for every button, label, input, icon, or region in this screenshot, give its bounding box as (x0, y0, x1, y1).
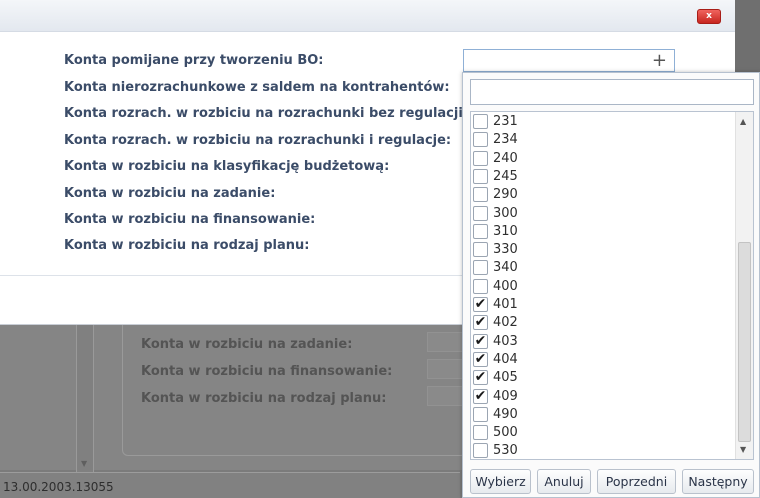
list-item-label: 240 (493, 150, 518, 166)
scroll-up-icon[interactable]: ▲ (740, 117, 746, 126)
checkbox[interactable] (473, 406, 488, 422)
label-accounts-task: Konta w rozbiciu na zadanie: (64, 186, 276, 201)
checkbox[interactable] (473, 260, 488, 276)
list-item-label: 401 (493, 297, 518, 312)
list-item[interactable]: 310 (471, 222, 733, 240)
accounts-multiselect[interactable]: + (463, 49, 675, 72)
list-item-label: 490 (493, 406, 518, 422)
check-icon: ✔ (474, 387, 487, 404)
checkbox-checked[interactable]: ✔ (473, 350, 488, 367)
bg-label-plan-type: Konta w rozbiciu na rodzaj planu: (141, 391, 387, 406)
list-item[interactable]: ✔ 403 (471, 332, 733, 350)
list-item[interactable]: 340 (471, 258, 733, 276)
scroll-down-icon: ▼ (81, 459, 88, 468)
list-item-label: 310 (493, 223, 518, 239)
checkbox[interactable] (473, 425, 488, 441)
check-icon: ✔ (474, 369, 487, 386)
list-item-label: 530 (493, 443, 518, 459)
checkbox[interactable] (473, 278, 488, 294)
check-icon: ✔ (474, 332, 487, 349)
list-item[interactable]: 290 (471, 185, 733, 203)
checkbox[interactable] (473, 132, 488, 148)
list-item-label: 234 (493, 132, 518, 148)
bg-field-task (427, 332, 467, 352)
list-item[interactable]: 240 (471, 149, 733, 167)
next-button[interactable]: Następny (682, 469, 754, 494)
label-accounts-financing: Konta w rozbiciu na finansowanie: (64, 212, 316, 227)
list-scrollbar[interactable]: ▲ ▼ (735, 112, 753, 459)
bg-label-financing: Konta w rozbiciu na finansowanie: (141, 364, 393, 379)
bg-field-plan-type (427, 386, 467, 406)
version-text: 13.00.2003.13055 (3, 480, 114, 494)
list-item[interactable]: 530 (471, 441, 733, 459)
plus-icon[interactable]: + (652, 50, 667, 72)
list-item[interactable]: ✔ 404 (471, 350, 733, 368)
label-accounts-settlement-regulation: Konta rozrach. w rozbiciu na rozrachunki… (64, 133, 452, 148)
background-scroll-column: ▼ (76, 320, 94, 472)
status-bar: 13.00.2003.13055 (0, 472, 460, 498)
check-icon: ✔ (474, 350, 487, 367)
list-item[interactable]: ✔ 402 (471, 313, 733, 331)
list-item-label: 402 (493, 315, 518, 331)
list-item-label: 400 (493, 278, 518, 294)
scrollbar-thumb[interactable] (738, 242, 751, 442)
list-item[interactable]: 490 (471, 405, 733, 423)
list-item-label: 231 (493, 114, 518, 129)
list-item-label: 403 (493, 333, 518, 349)
checkbox[interactable] (473, 223, 488, 239)
list-item-label: 405 (493, 370, 518, 386)
checkbox[interactable] (473, 114, 488, 129)
list-item-label: 245 (493, 168, 518, 184)
list-item[interactable]: 330 (471, 240, 733, 258)
bg-label-task: Konta w rozbiciu na zadanie: (141, 337, 353, 352)
label-accounts-non-settlement: Konta nierozrachunkowe z saldem na kontr… (64, 80, 450, 95)
checkbox-checked[interactable]: ✔ (473, 369, 488, 386)
checkbox-checked[interactable]: ✔ (473, 297, 488, 312)
previous-button[interactable]: Poprzedni (597, 469, 676, 494)
list-item-label: 330 (493, 242, 518, 258)
checkbox-checked[interactable]: ✔ (473, 314, 488, 331)
list-item-label: 409 (493, 388, 518, 404)
bg-field-financing (427, 359, 467, 379)
list-item-label: 290 (493, 187, 518, 203)
checkbox[interactable] (473, 168, 488, 184)
list-item[interactable]: 300 (471, 204, 733, 222)
list-item-label: 500 (493, 425, 518, 441)
label-accounts-settlement-no-regulation: Konta rozrach. w rozbiciu na rozrachunki… (64, 106, 469, 121)
checkbox[interactable] (473, 187, 488, 203)
select-button[interactable]: Wybierz (470, 469, 531, 494)
cancel-button[interactable]: Anuluj (537, 469, 591, 494)
account-list: 231 234 240 245 290 300 310 330 340 400 ✔ 401 ✔ 402 ✔ 4… (471, 112, 735, 459)
dialog-header: x (0, 0, 735, 32)
checkbox[interactable] (473, 242, 488, 258)
list-item[interactable]: 400 (471, 277, 733, 295)
list-item[interactable]: ✔ 401 (471, 295, 733, 313)
list-item[interactable]: 231 (471, 112, 733, 130)
scroll-down-icon[interactable]: ▼ (740, 445, 746, 454)
list-item-label: 340 (493, 260, 518, 276)
close-button[interactable]: x (697, 9, 721, 24)
label-accounts-skipped-bo: Konta pomijane przy tworzeniu BO: (64, 53, 324, 68)
list-item[interactable]: 234 (471, 130, 733, 148)
list-item[interactable]: 245 (471, 167, 733, 185)
list-item-label: 300 (493, 205, 518, 221)
check-icon: ✔ (474, 314, 487, 331)
list-item-label: 404 (493, 351, 518, 367)
list-item[interactable]: ✔ 409 (471, 387, 733, 405)
check-icon: ✔ (474, 296, 487, 312)
filter-input[interactable] (470, 79, 754, 105)
checkbox[interactable] (473, 443, 488, 459)
checkbox-checked[interactable]: ✔ (473, 332, 488, 349)
list-item[interactable]: ✔ 405 (471, 368, 733, 386)
list-item[interactable]: 500 (471, 423, 733, 441)
label-accounts-plan-type: Konta w rozbiciu na rodzaj planu: (64, 238, 310, 253)
label-accounts-budget-classification: Konta w rozbiciu na klasyfikację budżeto… (64, 159, 390, 174)
account-list-box: 231 234 240 245 290 300 310 330 340 400 ✔ 401 ✔ 402 ✔ 4… (470, 111, 754, 460)
checkbox[interactable] (473, 205, 488, 221)
multiselect-dropdown: 231 234 240 245 290 300 310 330 340 400 ✔ 401 ✔ 402 ✔ 4… (462, 72, 760, 498)
checkbox[interactable] (473, 150, 488, 166)
checkbox-checked[interactable]: ✔ (473, 387, 488, 404)
